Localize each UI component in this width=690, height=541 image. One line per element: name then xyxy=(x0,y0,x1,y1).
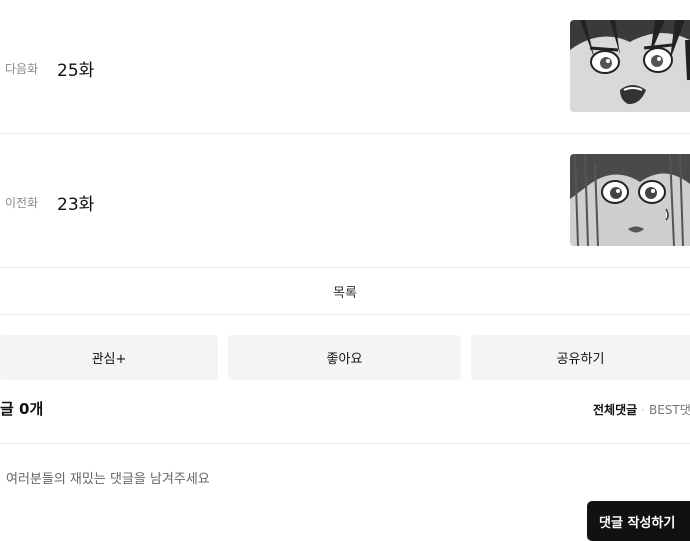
comment-input-placeholder[interactable]: 여러분들의 재밌는 댓글을 남겨주세요 xyxy=(6,468,210,487)
comment-count: 글 0개 xyxy=(0,400,44,418)
sort-separator-dot: · xyxy=(641,403,645,417)
sort-best-comments-tab[interactable]: BEST댓 xyxy=(649,403,690,417)
manga-face-nervous-image xyxy=(570,154,690,246)
share-button[interactable]: 공유하기 xyxy=(471,335,690,380)
manga-face-shouting-image xyxy=(570,20,690,112)
divider xyxy=(0,314,690,315)
next-episode-label: 다음화 xyxy=(5,62,39,76)
comment-sort-tabs: 전체댓글 · BEST댓 xyxy=(593,401,690,418)
prev-episode-number: 23화 xyxy=(57,195,95,215)
episode-list-link[interactable]: 목록 xyxy=(0,268,690,314)
interest-button[interactable]: 관심+ xyxy=(0,335,218,380)
prev-episode-label: 이전화 xyxy=(5,196,39,210)
next-episode-number: 25화 xyxy=(57,61,95,81)
prev-episode-thumbnail[interactable] xyxy=(570,154,690,246)
divider xyxy=(0,443,690,444)
next-episode-thumbnail[interactable] xyxy=(570,20,690,112)
sort-all-comments-tab[interactable]: 전체댓글 xyxy=(593,403,637,417)
prev-episode-row[interactable]: 이전화 23화 xyxy=(0,134,690,267)
like-button[interactable]: 좋아요 xyxy=(228,335,461,380)
next-episode-row[interactable]: 다음화 25화 xyxy=(0,0,690,133)
write-comment-button[interactable]: 댓글 작성하기 xyxy=(587,501,690,541)
